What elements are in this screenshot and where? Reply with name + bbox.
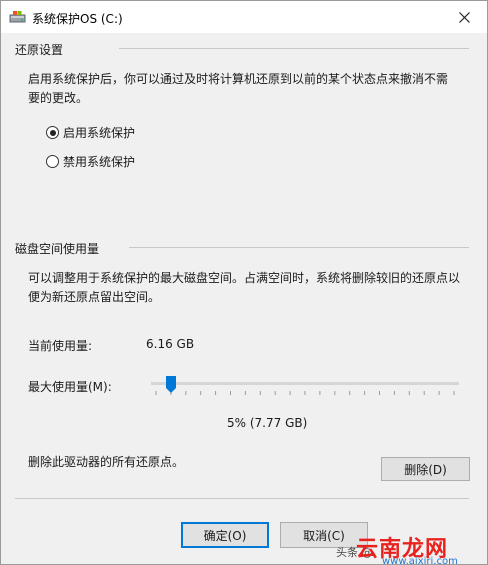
restore-settings-divider (119, 48, 469, 49)
radio-button-checked[interactable] (46, 126, 59, 139)
close-button[interactable] (441, 1, 487, 33)
max-usage-label: 最大使用量(M): (28, 380, 112, 394)
system-protection-dialog: 系统保护OS (C:) 还原设置 启用系统保护后，你可以通过及时将计算机还原到以… (0, 0, 488, 565)
disk-usage-title: 磁盘空间使用量 (15, 242, 100, 256)
watermark: 头条 @ 云南龙网 www.aixiri.com (334, 531, 474, 564)
slider-ticks (155, 391, 455, 395)
radio-disable-protection[interactable]: 禁用系统保护 (46, 153, 135, 170)
button-row-divider (15, 498, 469, 499)
radio-enable-protection[interactable]: 启用系统保护 (46, 124, 135, 141)
max-usage-slider-thumb[interactable] (165, 376, 176, 393)
current-usage-value: 6.16 GB (146, 337, 195, 351)
title-bar: 系统保护OS (C:) (1, 1, 487, 33)
ok-button[interactable]: 确定(O) (181, 522, 269, 548)
current-usage-label: 当前使用量: (28, 339, 93, 353)
delete-button[interactable]: 删除(D) (381, 457, 470, 481)
restore-settings-description: 启用系统保护后，你可以通过及时将计算机还原到以前的某个状态点来撤消不需要的更改。 (28, 72, 449, 105)
max-usage-value: 5% (7.77 GB) (227, 416, 308, 430)
radio-disable-label: 禁用系统保护 (63, 155, 136, 169)
drive-icon (9, 11, 26, 23)
delete-restore-points-text: 删除此驱动器的所有还原点。 (28, 455, 185, 469)
disk-usage-description: 可以调整用于系统保护的最大磁盘空间。占满空间时，系统将删除较旧的还原点以便为新还… (28, 271, 461, 304)
window-title: 系统保护OS (C:) (32, 12, 123, 26)
disk-usage-divider (129, 247, 469, 248)
max-usage-slider-track[interactable] (151, 382, 459, 385)
watermark-url: www.aixiri.com (382, 556, 458, 565)
close-icon (458, 11, 470, 23)
radio-button-unchecked[interactable] (46, 155, 59, 168)
restore-settings-title: 还原设置 (15, 43, 64, 57)
radio-enable-label: 启用系统保护 (63, 126, 136, 140)
